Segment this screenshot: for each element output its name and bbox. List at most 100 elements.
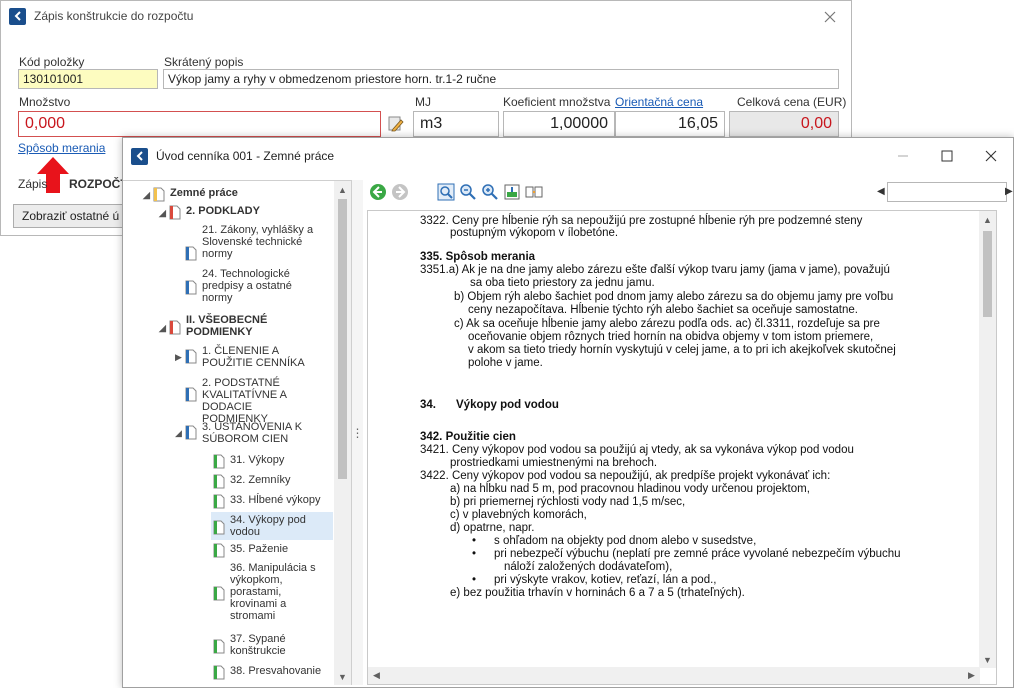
text-line: náloží založených dodávateľom),: [504, 561, 673, 573]
tree-node-label: 37. Sypané konštrukcie: [230, 633, 286, 657]
tree-node-clenenie[interactable]: ▶ 1. ČLENENIE A POUŽITIE CENNÍKA: [175, 345, 335, 369]
total-price-field: 0,00: [729, 111, 839, 137]
doc-icon: [185, 246, 197, 261]
doc-icon: [213, 639, 225, 654]
maximize-icon[interactable]: [925, 138, 969, 174]
content-horizontal-scrollbar[interactable]: ◀ ▶: [368, 667, 980, 684]
content-vertical-scrollbar[interactable]: ▲ ▼: [979, 211, 996, 668]
pages-icon[interactable]: [525, 183, 543, 201]
tree-node-label: 2. PODKLADY: [186, 205, 260, 217]
tree-node-podklady[interactable]: ◢ 2. PODKLADY: [159, 205, 260, 220]
close-icon[interactable]: [969, 138, 1013, 174]
scroll-up-icon[interactable]: ▲: [979, 211, 996, 228]
app-back-icon: [9, 7, 26, 25]
window-titlebar: Úvod cenníka 001 - Zemné práce: [123, 138, 1013, 174]
nav-field[interactable]: [887, 182, 1007, 202]
tree-node-root[interactable]: ◢ Zemné práce: [143, 187, 238, 202]
window-title: Úvod cenníka 001 - Zemné práce: [156, 149, 335, 163]
scroll-thumb[interactable]: [983, 231, 992, 317]
measurement-method-link[interactable]: Spôsob merania: [18, 141, 105, 155]
collapse-arrow-icon[interactable]: ▶: [175, 351, 185, 363]
tree-node-vseobecne[interactable]: ◢ II. VŠEOBECNÉ PODMIENKY: [159, 314, 286, 338]
document-page: 3322. Ceny pre hĺbenie rýh sa nepoužijú …: [368, 211, 980, 668]
nav-right-arrow-icon[interactable]: ▶: [1005, 186, 1013, 197]
tree-node-ustanovenia[interactable]: ◢ 3. USTANOVENIA K SÚBOROM CIEN: [175, 421, 335, 445]
close-icon[interactable]: [819, 6, 841, 28]
doc-icon: [185, 387, 197, 402]
tree-node-manipulacia[interactable]: 36. Manipulácia s výkopkom, porastami, k…: [213, 562, 335, 622]
item-code-label: Kód položky: [19, 55, 85, 69]
forward-arrow-icon[interactable]: [391, 183, 409, 201]
expand-arrow-icon[interactable]: ◢: [159, 322, 169, 334]
scroll-down-icon[interactable]: ▼: [334, 668, 351, 685]
tree-node-label: 36. Manipulácia s výkopkom, porastami, k…: [230, 562, 316, 622]
zoom-in-icon[interactable]: [481, 183, 499, 201]
fit-page-icon[interactable]: [437, 183, 455, 201]
document-content: 3322. Ceny pre hĺbenie rýh sa nepoužijú …: [367, 210, 997, 685]
folder-doc-icon: [153, 187, 165, 202]
item-code-field[interactable]: 130101001: [18, 69, 158, 89]
tree-node-label: 1. ČLENENIE A POUŽITIE CENNÍKA: [202, 345, 305, 369]
text-line: 3322. Ceny pre hĺbenie rýh sa nepoužijú …: [420, 215, 863, 227]
scroll-up-icon[interactable]: ▲: [334, 181, 351, 198]
back-arrow-icon[interactable]: [369, 183, 387, 201]
text-line: prostriedkami umiestnenými na brehoch.: [450, 457, 658, 469]
nav-left-arrow-icon[interactable]: ◀: [877, 186, 885, 197]
scroll-thumb[interactable]: [338, 199, 347, 479]
scroll-down-icon[interactable]: ▼: [979, 651, 996, 668]
bullet-icon: •: [472, 535, 477, 547]
tree-node-label: 2. PODSTATNÉ KVALITATÍVNE A DODACIE PODM…: [202, 377, 287, 425]
edit-pencil-icon[interactable]: [387, 115, 405, 133]
doc-icon: [213, 520, 225, 535]
doc-icon: [213, 543, 225, 558]
text-line: a) na hĺbku nad 5 m, pod pracovnou hladi…: [450, 483, 810, 495]
orientation-price-link[interactable]: Orientačná cena: [615, 95, 703, 109]
orientation-price-field[interactable]: 16,05: [615, 111, 725, 137]
tree-scrollbar[interactable]: ▲ ▼: [334, 181, 351, 685]
doc-icon: [169, 320, 181, 335]
short-description-field[interactable]: Výkop jamy a ryhy v obmedzenom priestore…: [163, 69, 839, 89]
app-back-icon: [131, 147, 148, 165]
coefficient-field[interactable]: 1,00000: [503, 111, 615, 137]
tree-node-technologicke[interactable]: 24. Technologické predpisy a ostatné nor…: [185, 268, 335, 304]
dialog-title: Zápis konštrukcie do rozpočtu: [34, 9, 194, 23]
quantity-label: Množstvo: [19, 95, 71, 109]
tree-node-presvahovanie[interactable]: 38. Presvahovanie: [213, 665, 321, 680]
tree-node-hlbene[interactable]: 33. Hĺbené výkopy: [213, 494, 321, 509]
section-heading: 335. Spôsob merania: [420, 251, 536, 263]
tree-node-pod-vodou-selected[interactable]: 34. Výkopy pod vodou: [211, 512, 333, 540]
text-line: 3421. Ceny výkopov pod vodou sa použijú …: [420, 444, 854, 456]
tree-node-sypane[interactable]: 37. Sypané konštrukcie: [213, 633, 335, 657]
text-line: c) v plavebných komorách,: [450, 509, 587, 521]
panel-splitter[interactable]: ⋮: [352, 180, 364, 685]
export-icon[interactable]: [503, 183, 521, 201]
doc-icon: [213, 454, 225, 469]
tree-node-zakony[interactable]: 21. Zákony, vyhlášky a Slovenské technic…: [185, 224, 335, 261]
quantity-field[interactable]: 0,000: [18, 111, 381, 137]
tree-node-label: II. VŠEOBECNÉ PODMIENKY: [186, 314, 268, 338]
entry-label: Zápis: [18, 177, 48, 191]
scroll-left-icon[interactable]: ◀: [368, 667, 385, 684]
tree-node-pazenie[interactable]: 35. Paženie: [213, 543, 288, 558]
tree-node-label: Zemné práce: [170, 187, 238, 199]
text-line: polohe v jame.: [468, 357, 543, 369]
coefficient-label: Koeficient množstva: [503, 95, 611, 109]
tree-node-podstatne[interactable]: 2. PODSTATNÉ KVALITATÍVNE A DODACIE PODM…: [185, 377, 335, 425]
price-list-window: Úvod cenníka 001 - Zemné práce ◢ Zemné p…: [122, 137, 1014, 688]
short-description-label: Skrátený popis: [164, 55, 244, 69]
doc-icon: [213, 665, 225, 680]
text-line: postupným výkopom v ílobetóne.: [450, 227, 619, 239]
tree-node-zemniky[interactable]: 32. Zemníky: [213, 474, 291, 489]
minimize-icon[interactable]: [881, 138, 925, 174]
unit-field[interactable]: m3: [413, 111, 499, 137]
show-other-button[interactable]: Zobraziť ostatné ú: [13, 204, 123, 228]
content-tree: ◢ Zemné práce ◢ 2. PODKLADY 21. Zákony, …: [123, 180, 352, 685]
scroll-right-icon[interactable]: ▶: [963, 667, 980, 684]
tree-node-label: 21. Zákony, vyhlášky a Slovenské technic…: [202, 224, 314, 260]
expand-arrow-icon[interactable]: ◢: [159, 207, 169, 219]
expand-arrow-icon[interactable]: ◢: [143, 189, 153, 201]
expand-arrow-icon[interactable]: ◢: [175, 427, 185, 439]
zoom-out-icon[interactable]: [459, 183, 477, 201]
doc-icon: [213, 586, 225, 601]
tree-node-vykopy[interactable]: 31. Výkopy: [213, 454, 284, 469]
